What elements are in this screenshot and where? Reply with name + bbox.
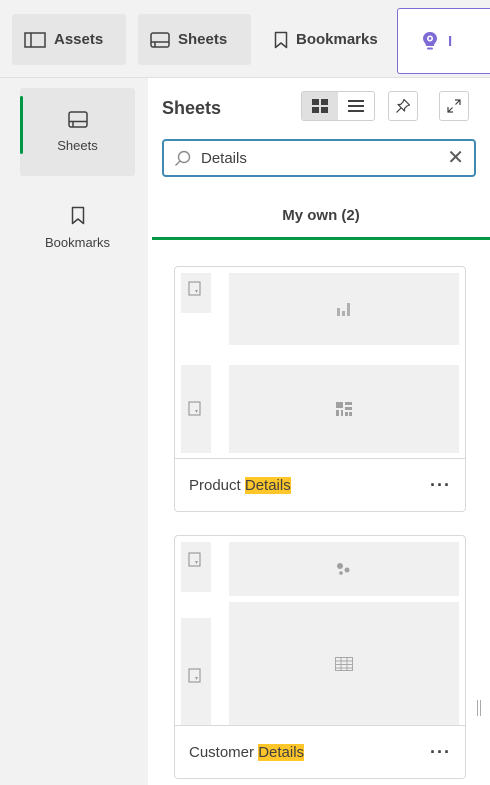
sheet-icon xyxy=(67,111,88,128)
bookmark-icon xyxy=(71,206,84,225)
sheet-title: Product Details xyxy=(189,476,291,494)
list-icon xyxy=(348,100,364,112)
rail-item-bookmarks[interactable]: Bookmarks xyxy=(20,188,135,268)
bookmarks-button[interactable]: Bookmarks xyxy=(262,14,398,65)
search-highlight: Details xyxy=(258,743,305,761)
card-footer: Customer Details ··· xyxy=(175,725,465,778)
clear-search-icon[interactable]: ✕ xyxy=(447,148,464,168)
resize-handle[interactable] xyxy=(477,700,481,716)
bookmarks-label: Bookmarks xyxy=(296,31,378,48)
more-options-icon[interactable]: ··· xyxy=(430,742,451,763)
list-view-button[interactable] xyxy=(338,92,374,120)
sheet-card[interactable]: Customer Details ··· xyxy=(174,535,466,779)
sheets-button[interactable]: Sheets xyxy=(138,14,251,65)
expand-button[interactable] xyxy=(439,91,469,121)
rail-item-sheets[interactable]: Sheets xyxy=(20,88,135,176)
search-icon xyxy=(175,150,191,166)
assets-button[interactable]: Assets xyxy=(12,14,126,65)
more-options-icon[interactable]: ··· xyxy=(430,475,451,496)
insight-advisor-button[interactable]: I xyxy=(397,8,490,74)
view-toggle xyxy=(301,91,375,121)
kpi-grid-icon xyxy=(229,365,459,453)
grid-icon xyxy=(312,99,328,113)
pin-button[interactable] xyxy=(388,91,418,121)
scatter-icon xyxy=(229,542,459,596)
assets-label: Assets xyxy=(54,31,104,48)
tab-active-underline xyxy=(152,237,490,240)
sheet-thumb-icon xyxy=(187,668,203,684)
rail-item-label: Bookmarks xyxy=(44,235,111,250)
sheet-card[interactable]: Product Details ··· xyxy=(174,266,466,512)
tab-my-own[interactable]: My own (2) xyxy=(152,190,490,240)
sheet-thumb-icon xyxy=(187,552,203,568)
lightbulb-icon xyxy=(423,32,437,50)
sheet-thumb-icon xyxy=(187,401,203,417)
top-toolbar: Assets Sheets Bookmarks I xyxy=(0,0,490,78)
sheet-icon xyxy=(150,31,170,48)
sheet-thumb-icon xyxy=(187,281,203,297)
pin-icon xyxy=(396,98,411,113)
left-rail: Sheets Bookmarks xyxy=(0,78,148,785)
sheet-title: Customer Details xyxy=(189,743,305,761)
sheets-panel: Sheets Details ✕ My own (2) Product Deta… xyxy=(148,78,490,785)
active-indicator xyxy=(20,96,23,154)
search-highlight: Details xyxy=(244,476,291,494)
bar-chart-icon xyxy=(229,273,459,345)
card-footer: Product Details ··· xyxy=(175,458,465,511)
panel-title: Sheets xyxy=(162,98,222,118)
search-input[interactable] xyxy=(201,149,448,167)
search-field[interactable]: ✕ xyxy=(162,139,476,177)
rail-item-label: Sheets xyxy=(57,138,98,153)
bookmark-icon xyxy=(274,31,288,48)
insight-partial-label: I xyxy=(448,32,453,50)
expand-icon xyxy=(447,99,461,113)
grid-view-button[interactable] xyxy=(302,92,338,120)
assets-panel-icon xyxy=(24,31,46,48)
sheets-label: Sheets xyxy=(178,31,228,48)
table-icon xyxy=(229,602,459,726)
